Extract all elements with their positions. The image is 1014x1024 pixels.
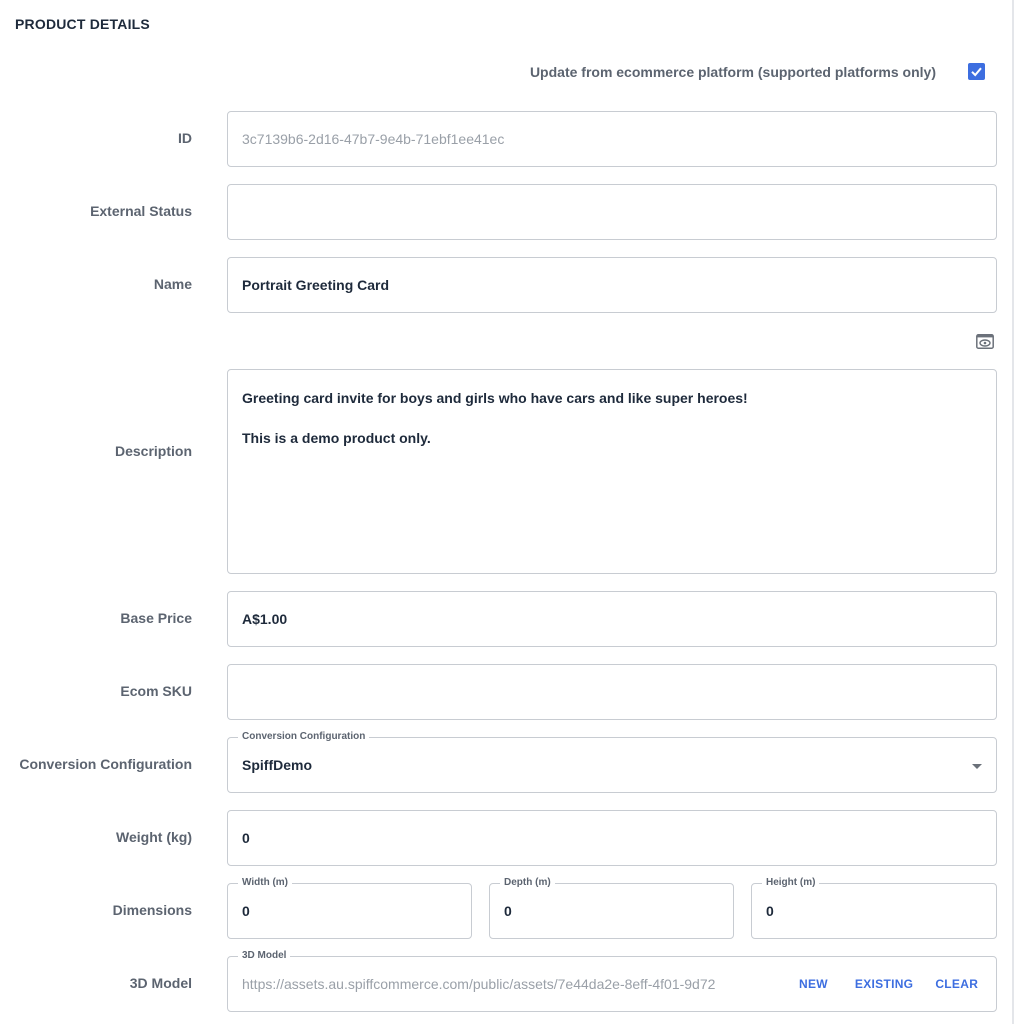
name-value: Portrait Greeting Card — [242, 277, 390, 293]
name-label: Name — [153, 276, 192, 292]
description-line — [242, 408, 748, 428]
clear-button[interactable]: CLEAR — [935, 977, 978, 991]
width-input[interactable]: Width (m) 0 — [227, 876, 472, 939]
preview-eye-icon[interactable] — [976, 334, 994, 349]
depth-legend: Depth (m) — [500, 876, 555, 890]
description-line: This is a demo product only. — [242, 430, 431, 446]
model3d-value: https://assets.au.spiffcommerce.com/publ… — [242, 976, 716, 992]
existing-button[interactable]: EXISTING — [855, 977, 913, 991]
description-text: Greeting card invite for boys and girls … — [242, 388, 748, 448]
height-input[interactable]: Height (m) 0 — [751, 876, 997, 939]
height-legend: Height (m) — [762, 876, 820, 890]
description-textarea[interactable]: Greeting card invite for boys and girls … — [227, 369, 997, 574]
base-price-input[interactable]: A$1.00 — [227, 591, 997, 647]
width-legend: Width (m) — [238, 876, 293, 890]
model3d-label: 3D Model — [129, 975, 192, 991]
height-value: 0 — [766, 903, 774, 919]
base-price-label: Base Price — [120, 610, 192, 626]
id-field[interactable]: 3c7139b6-2d16-47b7-9e4b-71ebf1ee41ec — [227, 111, 997, 167]
new-button[interactable]: NEW — [799, 977, 828, 991]
dimensions-label: Dimensions — [112, 902, 192, 918]
depth-value: 0 — [504, 903, 512, 919]
weight-label: Weight (kg) — [116, 829, 192, 845]
conversion-label: Conversion Configuration — [19, 756, 192, 772]
id-value: 3c7139b6-2d16-47b7-9e4b-71ebf1ee41ec — [242, 131, 505, 147]
conversion-select[interactable]: Conversion Configuration SpiffDemo — [227, 730, 997, 793]
section-title: PRODUCT DETAILS — [15, 16, 150, 32]
conversion-value: SpiffDemo — [242, 757, 312, 773]
sync-row: Update from ecommerce platform (supporte… — [530, 63, 985, 80]
description-label: Description — [114, 443, 192, 459]
weight-input[interactable]: 0 — [227, 810, 997, 866]
width-value: 0 — [242, 903, 250, 919]
ecom-sku-input[interactable] — [227, 664, 997, 720]
model3d-field[interactable]: 3D Model https://assets.au.spiffcommerce… — [227, 949, 997, 1012]
model3d-legend: 3D Model — [238, 949, 291, 963]
external-status-label: External Status — [90, 203, 192, 219]
weight-value: 0 — [242, 830, 250, 846]
name-input[interactable]: Portrait Greeting Card — [227, 257, 997, 313]
conversion-legend: Conversion Configuration — [238, 730, 370, 744]
sync-label: Update from ecommerce platform (supporte… — [529, 63, 936, 80]
id-label: ID — [178, 130, 192, 146]
description-line: Greeting card invite for boys and girls … — [242, 390, 748, 406]
check-icon — [971, 67, 982, 77]
caret-down-icon[interactable] — [972, 764, 982, 769]
base-price-value: A$1.00 — [242, 611, 288, 627]
external-status-input[interactable] — [227, 184, 997, 240]
ecom-sku-label: Ecom SKU — [120, 683, 192, 699]
sync-checkbox[interactable] — [968, 63, 985, 80]
depth-input[interactable]: Depth (m) 0 — [489, 876, 734, 939]
